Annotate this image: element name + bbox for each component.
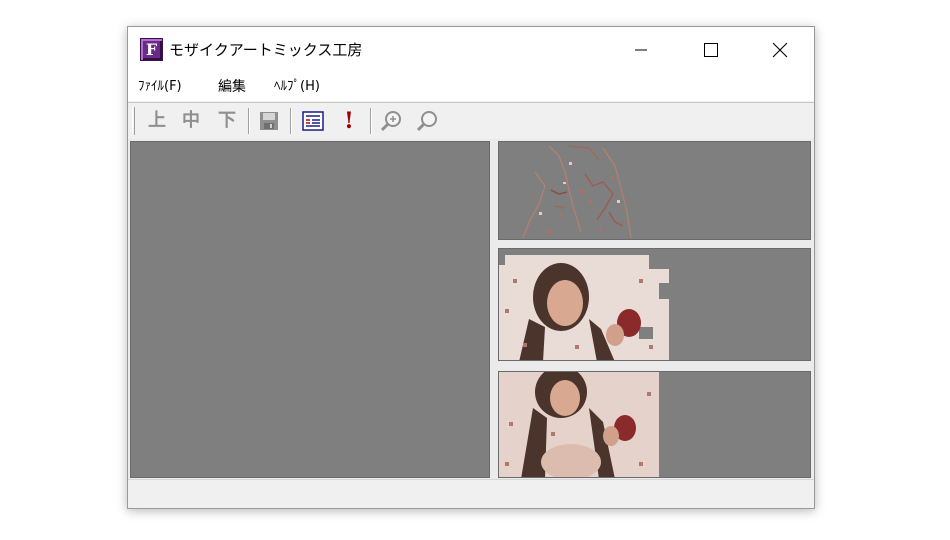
menu-file[interactable]: ﾌｧｲﾙ(F) bbox=[138, 73, 182, 101]
move-bottom-label: 下 bbox=[218, 110, 236, 131]
portrait-mosaic-partial-image bbox=[499, 249, 669, 360]
sketch-mosaic-image bbox=[522, 145, 632, 239]
move-bottom-button[interactable]: 下 bbox=[214, 108, 240, 134]
zoom-in-icon bbox=[380, 111, 401, 132]
list-icon bbox=[302, 111, 324, 131]
window-title: モザイクアートミックス工房 bbox=[169, 41, 363, 59]
app-logo-icon[interactable]: F bbox=[140, 38, 163, 61]
floppy-disk-icon bbox=[260, 112, 278, 130]
move-top-label: 上 bbox=[148, 110, 166, 131]
move-top-button[interactable]: 上 bbox=[144, 108, 170, 134]
mosaic-preview-pane[interactable] bbox=[130, 141, 490, 478]
workspace bbox=[128, 139, 814, 479]
menu-bar: ﾌｧｲﾙ(F) 編集 ﾍﾙﾌﾟ(H) bbox=[128, 73, 814, 101]
close-button[interactable] bbox=[757, 27, 803, 73]
status-bar bbox=[128, 479, 814, 508]
zoom-out-button[interactable] bbox=[414, 108, 440, 134]
minimize-button[interactable] bbox=[618, 27, 664, 73]
execute-label: ! bbox=[344, 108, 354, 134]
thumbnail-mosaic-partial[interactable] bbox=[498, 248, 811, 361]
thumbnail-sketch[interactable] bbox=[498, 141, 811, 240]
maximize-button[interactable] bbox=[688, 27, 734, 73]
thumbnail-mosaic-full[interactable] bbox=[498, 371, 811, 478]
move-middle-label: 中 bbox=[182, 110, 200, 131]
zoom-in-button[interactable] bbox=[378, 108, 404, 134]
portrait-mosaic-full-image bbox=[499, 372, 659, 477]
move-middle-button[interactable]: 中 bbox=[178, 108, 204, 134]
thumbnail-column bbox=[496, 139, 814, 479]
close-icon bbox=[772, 42, 788, 58]
title-bar[interactable]: F モザイクアートミックス工房 bbox=[128, 27, 814, 73]
minimize-icon bbox=[635, 49, 647, 51]
toolbar-separator bbox=[248, 108, 250, 134]
maximize-icon bbox=[704, 43, 718, 57]
toolbar: 上 中 下 ! bbox=[128, 103, 814, 139]
app-window: F モザイクアートミックス工房 ﾌｧｲﾙ(F) 編集 ﾍﾙﾌﾟ(H) 上 中 下… bbox=[127, 26, 815, 509]
toolbar-grip[interactable] bbox=[132, 107, 135, 135]
execute-button[interactable]: ! bbox=[336, 108, 362, 134]
toolbar-separator bbox=[370, 108, 372, 134]
zoom-out-icon bbox=[416, 111, 437, 132]
save-button[interactable] bbox=[256, 108, 282, 134]
menu-help[interactable]: ﾍﾙﾌﾟ(H) bbox=[274, 73, 320, 101]
list-button[interactable] bbox=[300, 108, 326, 134]
menu-edit[interactable]: 編集 bbox=[218, 73, 246, 101]
toolbar-separator bbox=[290, 108, 292, 134]
